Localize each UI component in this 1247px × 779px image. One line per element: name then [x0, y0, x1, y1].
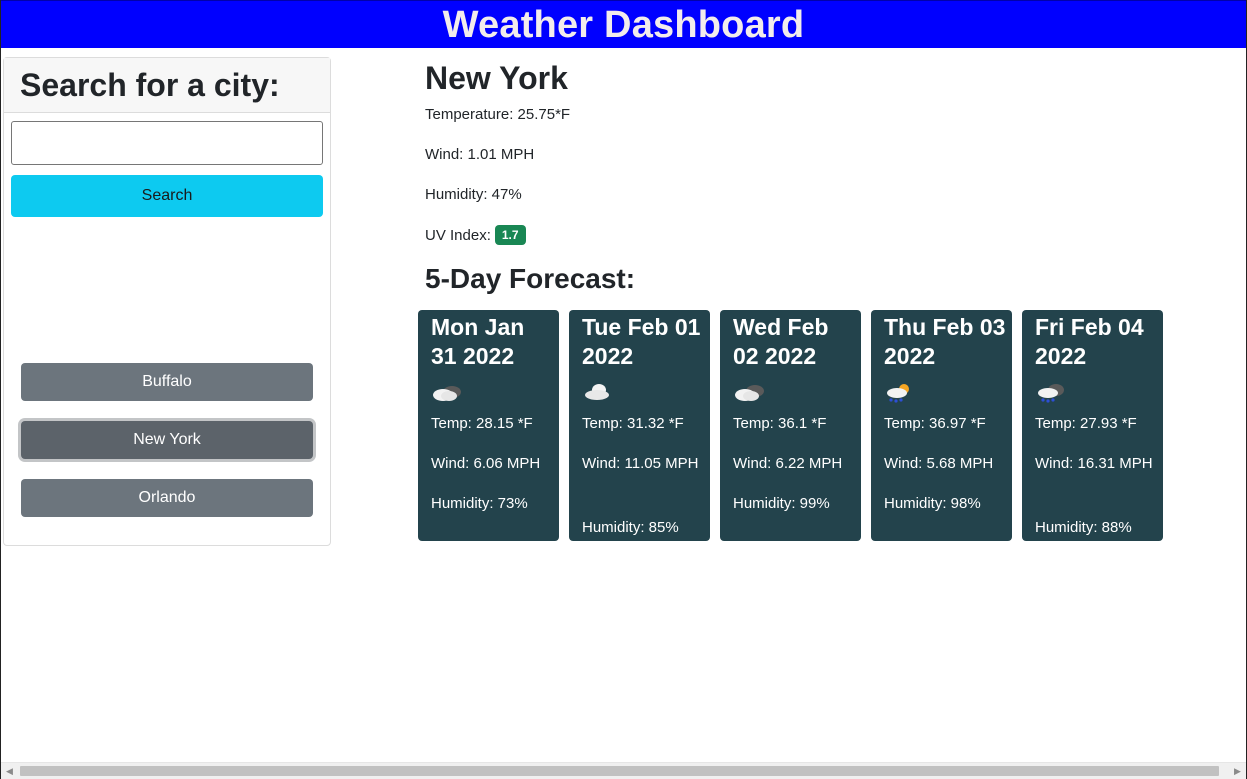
broken-clouds-icon: [735, 385, 764, 401]
forecast-title: 5-Day Forecast:: [425, 263, 636, 294]
forecast-wind: Wind: 11.05 MPH: [582, 455, 699, 472]
forecast-temp: Temp: 31.32 *F: [582, 415, 684, 432]
current-uv-row: UV Index: 1.7: [425, 225, 526, 245]
forecast-humidity: Humidity: 88%: [1035, 519, 1132, 536]
uv-index-badge: 1.7: [494, 225, 526, 245]
forecast-card: Tue Feb 01 2022 Temp: 31.32 *F Wind: 11.…: [569, 310, 710, 541]
forecast-card: Thu Feb 03 2022 Temp: 36.97 *F Wind: 5.6…: [871, 310, 1012, 541]
current-humidity: Humidity: 47%: [425, 186, 522, 203]
current-city-name: New York: [425, 60, 568, 96]
forecast-card: Mon Jan 31 2022 Temp: 28.15 *F Wind: 6.0…: [418, 310, 559, 541]
browser-viewport: Weather Dashboard Search for a city: Sea…: [0, 0, 1247, 779]
rain-cloud-icon: [1038, 384, 1064, 403]
forecast-card: Wed Feb 02 2022 Temp: 36.1 *F Wind: 6.22…: [720, 310, 861, 541]
search-panel-header: Search for a city:: [4, 58, 330, 113]
forecast-date: Wed Feb 02 2022: [733, 314, 829, 369]
forecast-humidity: Humidity: 73%: [431, 495, 528, 512]
search-button[interactable]: Search: [11, 175, 323, 217]
history-button-orlando[interactable]: Orlando: [21, 479, 313, 517]
forecast-date: Thu Feb 03 2022: [884, 314, 1006, 369]
uv-index-label: UV Index:: [425, 227, 491, 244]
search-heading: Search for a city:: [20, 66, 280, 103]
horizontal-scrollbar[interactable]: ◀ ▶: [1, 762, 1246, 779]
cloud-icon: [585, 384, 609, 400]
current-temperature: Temperature: 25.75*F: [425, 106, 571, 123]
forecast-wind: Wind: 5.68 MPH: [884, 455, 994, 472]
forecast-date: Tue Feb 01 2022: [582, 314, 701, 369]
scroll-right-arrow-icon[interactable]: ▶: [1229, 763, 1246, 779]
forecast-temp: Temp: 36.1 *F: [733, 415, 827, 432]
scroll-left-arrow-icon[interactable]: ◀: [1, 763, 18, 779]
forecast-humidity: Humidity: 85%: [582, 519, 679, 536]
rain-sun-icon: [887, 384, 909, 403]
forecast-temp: Temp: 36.97 *F: [884, 415, 986, 432]
forecast-humidity: Humidity: 99%: [733, 495, 830, 512]
city-search-input[interactable]: [11, 121, 323, 165]
forecast-humidity: Humidity: 98%: [884, 495, 981, 512]
forecast-wind: Wind: 16.31 MPH: [1035, 455, 1153, 472]
page-title: Weather Dashboard: [442, 3, 805, 46]
current-weather: New York Temperature: 25.75*F Wind: 1.01…: [425, 58, 570, 245]
search-panel: Search for a city: Search Buffalo New Yo…: [3, 57, 331, 546]
forecast-wind: Wind: 6.22 MPH: [733, 455, 843, 472]
forecast-date: Fri Feb 04 2022: [1035, 314, 1144, 369]
forecast-temp: Temp: 27.93 *F: [1035, 415, 1137, 432]
forecast-date: Mon Jan 31 2022: [431, 314, 525, 369]
app-header: Weather Dashboard: [1, 0, 1246, 48]
partly-cloudy-night-icon: [433, 386, 461, 401]
forecast-wind: Wind: 6.06 MPH: [431, 455, 541, 472]
history-button-new-york[interactable]: New York: [21, 421, 313, 459]
forecast-temp: Temp: 28.15 *F: [431, 415, 533, 432]
forecast-card: Fri Feb 04 2022 Temp: 27.93 *F Wind: 16.…: [1022, 310, 1163, 541]
current-wind: Wind: 1.01 MPH: [425, 146, 535, 163]
history-button-buffalo[interactable]: Buffalo: [21, 363, 313, 401]
scrollbar-thumb[interactable]: [20, 766, 1219, 776]
